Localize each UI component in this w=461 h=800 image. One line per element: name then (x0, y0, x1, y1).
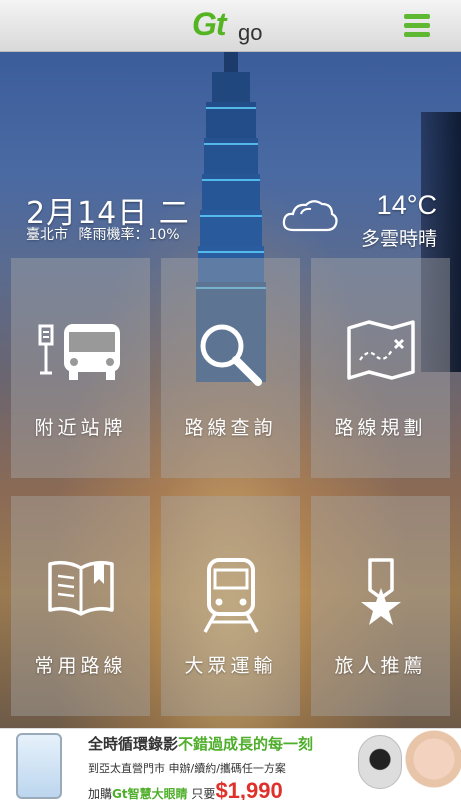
ad-offer-brand: Gt智慧大眼睛 (112, 787, 188, 800)
ad-banner[interactable]: 全時循環錄影不錯過成長的每一刻 到亞太直營門市 申辦/續約/攜碼任一方案 加購G… (0, 728, 461, 800)
tile-label: 大眾運輸 (184, 655, 277, 677)
tile-label: 附近站牌 (34, 417, 127, 439)
ad-offer-prefix: 加購 (88, 787, 113, 800)
ad-phone-image (16, 733, 62, 799)
bus-stop-icon (38, 324, 120, 380)
ad-price: $1,990 (215, 778, 283, 800)
ad-headline-b: 不錯過成長的每一刻 (178, 735, 314, 753)
tile-public-transit[interactable]: 大眾運輸 (161, 496, 300, 716)
hamburger-menu-icon[interactable] (404, 14, 430, 38)
app-header: Gt go (0, 0, 461, 52)
tile-route-search[interactable]: 路線查詢 (161, 258, 300, 478)
ad-baby-image (404, 729, 461, 800)
tile-nearby-stops[interactable]: 附近站牌 (11, 258, 150, 478)
weather-condition: 多雲時晴 (360, 228, 437, 250)
tile-label: 旅人推薦 (334, 655, 427, 677)
temperature: 14°C (376, 190, 437, 220)
search-icon (200, 324, 262, 386)
logo-sub-text: go (238, 20, 263, 45)
tile-route-planning[interactable]: 路線規劃 (311, 258, 450, 478)
rain-probability: 降雨機率：10% (78, 227, 180, 243)
logo-main-text: Gt (192, 6, 227, 42)
city-name: 臺北市 (26, 227, 68, 243)
ad-offer-mid: 只要 (187, 787, 216, 800)
tile-label: 路線查詢 (184, 417, 277, 439)
book-icon (47, 560, 114, 616)
map-route-icon (346, 320, 415, 380)
ad-headline-a: 全時循環錄影 (88, 735, 179, 753)
cloud-icon (282, 200, 338, 232)
train-icon (202, 558, 259, 633)
tile-traveler-recommendations[interactable]: 旅人推薦 (311, 496, 450, 716)
ad-offer: 加購Gt智慧大眼睛 只要$1,990 (88, 778, 283, 800)
ad-headline: 全時循環錄影不錯過成長的每一刻 (88, 733, 313, 754)
star-ribbon-icon (360, 558, 401, 625)
tile-label: 路線規劃 (334, 417, 427, 439)
gt-go-logo: Gt go (192, 6, 282, 46)
tile-label: 常用路線 (34, 655, 127, 677)
ad-camera-image (358, 735, 402, 789)
tile-favorite-routes[interactable]: 常用路線 (11, 496, 150, 716)
ad-subline: 到亞太直營門市 申辦/續約/攜碼任一方案 (88, 762, 286, 775)
city-rain-info: 臺北市 降雨機率：10% (26, 224, 180, 244)
